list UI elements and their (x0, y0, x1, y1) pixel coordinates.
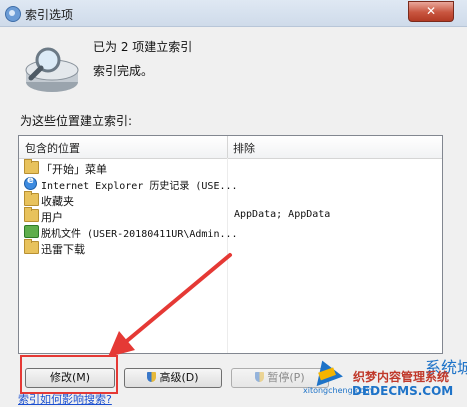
watermark-url: xitongcheng.com (303, 386, 373, 395)
watermark: 系统城 织梦内容管理系统 DEDECMS.COM xitongcheng.com (300, 352, 467, 404)
location-name: 用户 (41, 211, 63, 224)
locations-label: 为这些位置建立索引: (20, 114, 133, 128)
list-header: 包含的位置 排除 (19, 136, 442, 159)
folder-icon (24, 207, 39, 222)
excluded-paths: AppData; AppData (234, 209, 331, 220)
list-item[interactable]: 用户 (21, 207, 226, 224)
column-header-excluded[interactable]: 排除 (233, 140, 255, 156)
list-item[interactable]: Internet Explorer 历史记录 (USE... (21, 175, 238, 192)
advanced-button[interactable]: 高级(D) (124, 368, 222, 388)
column-divider[interactable] (227, 136, 228, 158)
help-link[interactable]: 索引如何影响搜索? (18, 391, 112, 407)
annotation-highlight-box (20, 355, 118, 394)
location-name: 「开始」菜单 (41, 163, 107, 176)
indexed-count-text: 已为 2 项建立索引 (93, 40, 193, 54)
column-header-included[interactable]: 包含的位置 (25, 140, 80, 156)
uac-shield-icon (147, 372, 157, 382)
folder-icon (24, 239, 39, 254)
location-name: 收藏夹 (41, 195, 74, 208)
indexing-status-text: 索引完成。 (93, 64, 154, 78)
advanced-button-label: 高级(D) (159, 371, 199, 384)
list-item[interactable]: 迅雷下载 (21, 239, 226, 256)
site-logo-icon (309, 355, 343, 387)
folder-icon (24, 191, 39, 206)
locations-list[interactable]: 包含的位置 排除 「开始」菜单 Internet Explorer 历史记录 (… (18, 135, 443, 354)
indexing-options-icon (5, 6, 21, 22)
list-item[interactable]: 收藏夹 (21, 191, 226, 208)
indexing-drive-magnifier-icon (25, 47, 79, 92)
watermark-line1: 织梦内容管理系统 (353, 370, 450, 384)
list-item[interactable]: 「开始」菜单 (21, 159, 226, 176)
location-name: 脱机文件 (USER-20180411UR\Admin... (41, 229, 238, 240)
folder-icon (24, 159, 39, 174)
close-button[interactable]: ✕ (408, 1, 454, 22)
uac-shield-icon (255, 372, 265, 382)
internet-explorer-icon (24, 175, 37, 190)
location-name: Internet Explorer 历史记录 (USE... (41, 181, 238, 192)
title-bar: 索引选项 ✕ (0, 0, 467, 27)
list-item[interactable]: 脱机文件 (USER-20180411UR\Admin... (21, 224, 238, 240)
location-name: 迅雷下载 (41, 243, 85, 256)
window-title: 索引选项 (25, 8, 74, 22)
offline-files-icon (24, 225, 39, 238)
